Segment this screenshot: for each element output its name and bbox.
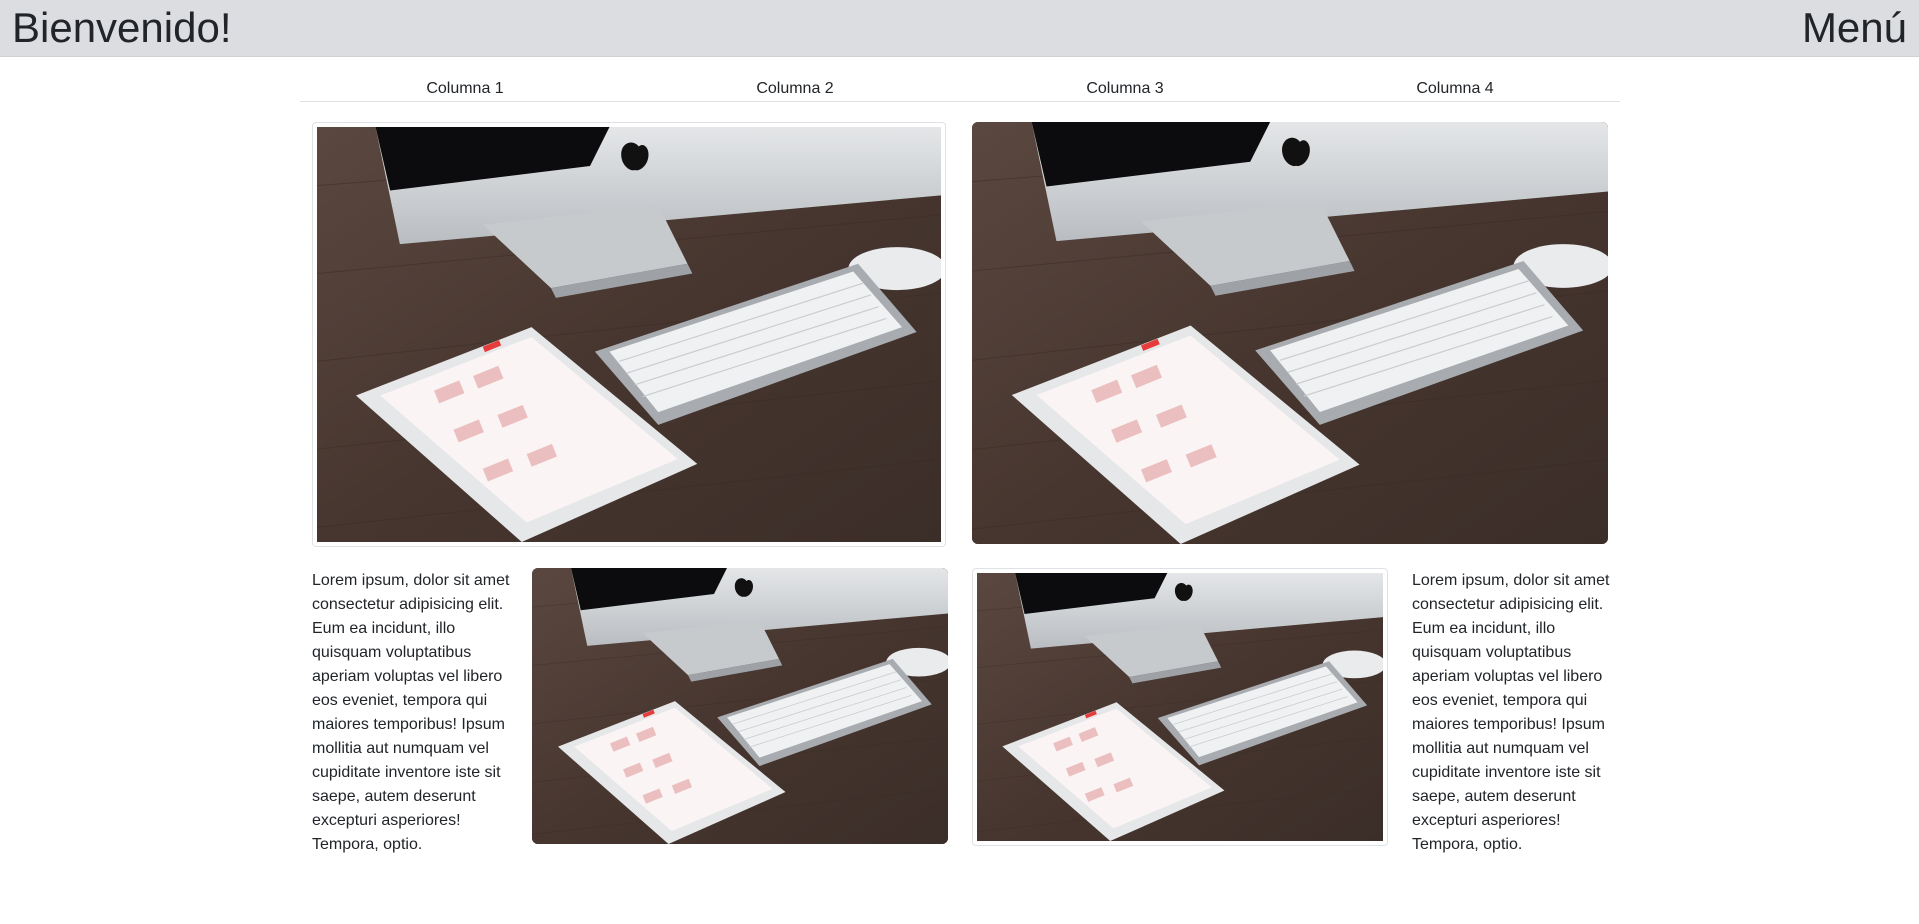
brand-title[interactable]: Bienvenido! [12, 2, 232, 54]
desk-photo-2 [972, 122, 1608, 544]
tab-columna-3[interactable]: Columna 3 [960, 78, 1290, 101]
desk-photo-4 [972, 568, 1388, 846]
column-tabs: Columna 1 Columna 2 Columna 3 Columna 4 [300, 78, 1620, 102]
desk-photo-3 [532, 568, 948, 844]
menu-button[interactable]: Menú [1802, 2, 1907, 54]
lorem-paragraph-left: Lorem ipsum, dolor sit amet consectetur … [312, 572, 510, 853]
tab-columna-4[interactable]: Columna 4 [1290, 78, 1620, 101]
desk-photo-1 [312, 122, 946, 547]
tab-columna-2[interactable]: Columna 2 [630, 78, 960, 101]
navbar: Bienvenido! Menú [0, 0, 1919, 57]
lorem-paragraph-right: Lorem ipsum, dolor sit amet consectetur … [1412, 572, 1610, 853]
tab-columna-1[interactable]: Columna 1 [300, 78, 630, 101]
